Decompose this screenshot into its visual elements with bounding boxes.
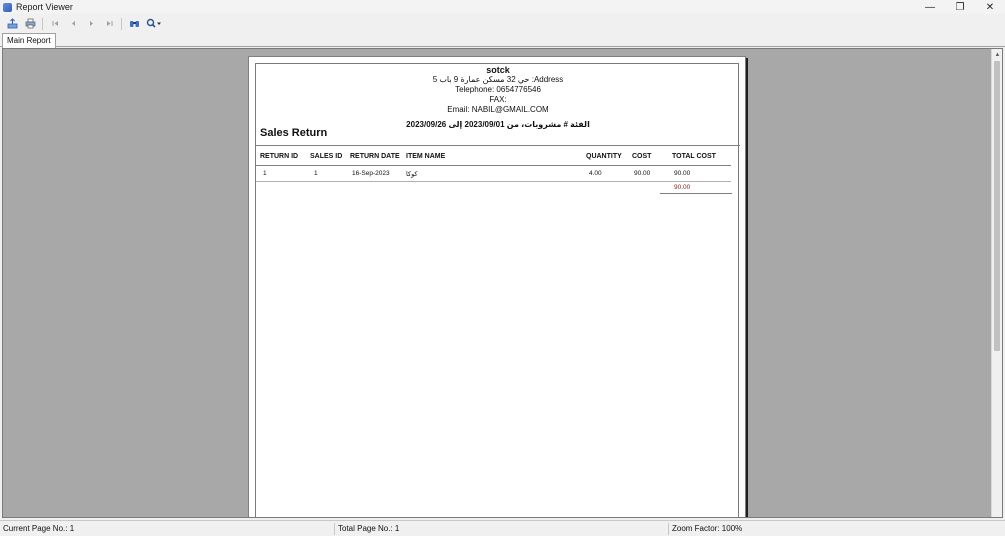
zoom-button[interactable] (143, 16, 165, 32)
column-header-return-date: RETURN DATE (350, 153, 400, 160)
scrollbar-thumb[interactable] (994, 61, 1000, 351)
last-page-button[interactable] (100, 16, 118, 32)
table-cell-return-date: 16-Sep-2023 (352, 170, 390, 177)
first-page-icon (52, 21, 58, 26)
export-icon (7, 18, 17, 29)
column-header-total-cost: TOTAL COST (672, 153, 716, 160)
table-cell-quantity: 4.00 (589, 170, 602, 177)
column-header-quantity: QUANTITY (586, 153, 622, 160)
previous-page-button[interactable] (64, 16, 82, 32)
status-divider (668, 523, 669, 535)
report-page-border: sotck حي 32 مسكن عمارة 9 باب 5 :Address … (255, 63, 740, 517)
scroll-up-icon[interactable]: ▲ (992, 49, 1002, 60)
header-divider (256, 145, 740, 146)
table-cell-total-cost: 90.00 (674, 170, 691, 177)
column-header-divider (256, 165, 731, 166)
report-page: sotck حي 32 مسكن عمارة 9 باب 5 :Address … (248, 56, 746, 517)
zoom-factor-status: Zoom Factor: 100% (672, 524, 743, 533)
find-button[interactable] (125, 16, 143, 32)
title-bar: Report Viewer — ❐ ✕ (0, 0, 1005, 14)
next-page-icon (89, 21, 93, 26)
window-title: Report Viewer (16, 2, 73, 12)
report-tabs: Main Report (0, 32, 1005, 48)
column-header-return-id: RETURN ID (260, 153, 299, 160)
last-page-icon (106, 21, 112, 26)
report-viewport[interactable]: sotck حي 32 مسكن عمارة 9 باب 5 :Address … (2, 48, 1003, 518)
company-email: Email: NABIL@GMAIL.COM (447, 105, 549, 114)
current-page-status: Current Page No.: 1 (3, 524, 75, 533)
find-icon (129, 21, 139, 27)
column-header-sales-id: SALES ID (310, 153, 343, 160)
print-button[interactable] (21, 16, 39, 32)
company-address: حي 32 مسكن عمارة 9 باب 5 :Address (432, 75, 564, 84)
print-icon (25, 18, 35, 29)
table-cell-cost: 90.00 (634, 170, 651, 177)
status-bar: Current Page No.: 1 Total Page No.: 1 Zo… (0, 520, 1005, 536)
column-header-cost: COST (632, 153, 652, 160)
window-controls: — ❐ ✕ (915, 0, 1005, 14)
zoom-icon (146, 18, 161, 28)
report-viewer-app-icon (3, 2, 12, 12)
company-fax: FAX: (489, 95, 507, 104)
status-divider (334, 523, 335, 535)
column-header-item-name: ITEM NAME (406, 153, 446, 160)
grand-total-value: 90.00 (674, 184, 691, 191)
report-filter-criteria: الفئة # مشروبات، من 2023/09/01 إلى 2023/… (406, 120, 590, 129)
first-page-button[interactable] (46, 16, 64, 32)
grand-total-underline (660, 193, 732, 194)
row-divider (256, 181, 731, 182)
table-cell-return-id: 1 (263, 170, 267, 177)
restore-button[interactable]: ❐ (945, 0, 975, 14)
tab-main-report[interactable]: Main Report (2, 33, 56, 48)
table-cell-sales-id: 1 (314, 170, 318, 177)
table-cell-item-name: كوكا (406, 171, 418, 178)
company-telephone: Telephone: 0654776546 (455, 85, 541, 94)
minimize-button[interactable]: — (915, 0, 945, 14)
next-page-button[interactable] (82, 16, 100, 32)
previous-page-icon (71, 21, 75, 26)
report-title: Sales Return (260, 127, 328, 139)
vertical-scrollbar[interactable]: ▲ (991, 49, 1002, 517)
total-pages-status: Total Page No.: 1 (338, 524, 400, 533)
company-name: sotck (486, 65, 510, 75)
toolbar-separator (121, 17, 122, 30)
toolbar (0, 15, 1005, 32)
toolbar-separator (42, 17, 43, 30)
export-button[interactable] (3, 16, 21, 32)
close-button[interactable]: ✕ (975, 0, 1005, 14)
